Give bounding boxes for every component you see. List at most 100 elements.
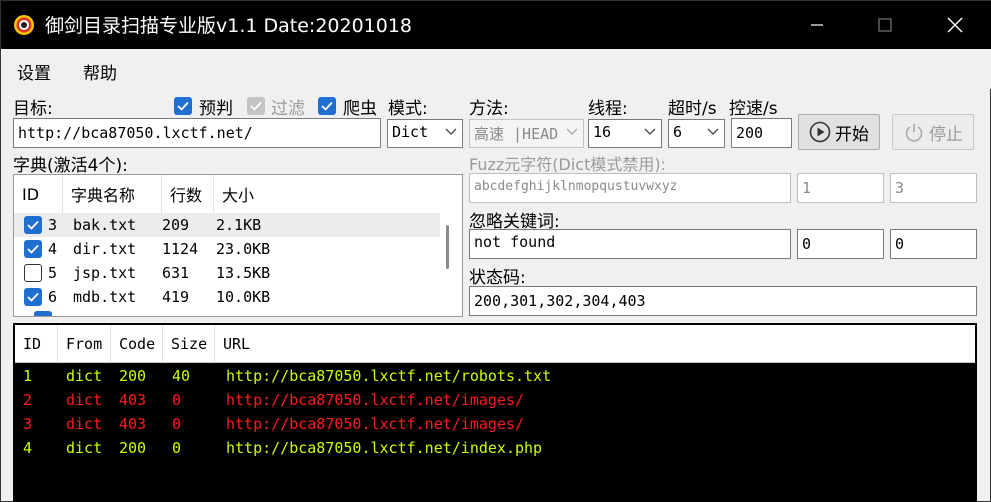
- play-icon: [809, 121, 831, 143]
- result-size: 0: [172, 391, 182, 409]
- result-id: 2: [23, 391, 33, 409]
- rate-label: 控速/s: [729, 99, 778, 119]
- result-from: dict: [66, 367, 103, 385]
- precheck-checkbox[interactable]: [174, 97, 192, 115]
- dict-row-id: 5: [48, 264, 58, 282]
- fuzz-max-input[interactable]: 3: [890, 173, 977, 203]
- dict-col-lines[interactable]: 行数: [162, 175, 214, 213]
- result-url[interactable]: http://bca87050.lxctf.net/images/: [226, 391, 524, 409]
- results-col-url[interactable]: URL: [215, 325, 975, 363]
- dict-row-checkbox[interactable]: [24, 288, 42, 306]
- threads-select[interactable]: 16: [588, 119, 662, 148]
- close-button[interactable]: [932, 1, 978, 49]
- fuzz-min-input[interactable]: 1: [797, 173, 884, 203]
- dict-row-checkbox[interactable]: [24, 240, 42, 258]
- start-button[interactable]: 开始: [798, 114, 880, 150]
- results-col-size[interactable]: Size: [163, 325, 215, 363]
- chevron-down-icon: [566, 128, 578, 135]
- crawler-checkbox[interactable]: [318, 97, 336, 115]
- result-size: 0: [172, 439, 182, 457]
- dict-row[interactable]: 6 mdb.txt 419 10.0KB: [14, 285, 440, 309]
- dict-row-name: bak.txt: [73, 216, 137, 234]
- dict-row[interactable]: 5 jsp.txt 631 13.5KB: [14, 261, 440, 285]
- check-icon: [27, 244, 39, 254]
- dict-row[interactable]: 3 bak.txt 209 2.1KB: [14, 213, 440, 237]
- timeout-select[interactable]: 6: [668, 119, 725, 148]
- method-value: 高速 |HEAD: [474, 125, 559, 143]
- result-url[interactable]: http://bca87050.lxctf.net/robots.txt: [226, 367, 551, 385]
- result-url[interactable]: http://bca87050.lxctf.net/images/: [226, 415, 524, 433]
- chevron-down-icon: [644, 128, 656, 135]
- result-url[interactable]: http://bca87050.lxctf.net/index.php: [226, 439, 542, 457]
- status-codes-input[interactable]: 200,301,302,304,403: [469, 286, 977, 316]
- mode-select[interactable]: Dict: [387, 119, 463, 148]
- method-label: 方法:: [469, 99, 509, 119]
- result-row[interactable]: 1 dict 200 40 http://bca87050.lxctf.net/…: [15, 364, 975, 388]
- dict-row-name: dir.txt: [73, 240, 137, 258]
- results-header: ID From Code Size URL: [15, 325, 975, 363]
- target-label: 目标:: [13, 99, 53, 119]
- dict-row-partial-checkbox: [34, 311, 52, 316]
- result-from: dict: [66, 415, 103, 433]
- ignore-v2-input[interactable]: 0: [890, 229, 977, 259]
- dict-col-id[interactable]: ID: [14, 175, 63, 213]
- check-icon: [177, 101, 189, 111]
- check-icon: [321, 101, 333, 111]
- dict-label: 字典(激活4个):: [13, 156, 128, 176]
- crawler-label: 爬虫: [343, 99, 377, 119]
- ignore-keyword-input[interactable]: not found: [469, 229, 791, 259]
- target-url-input[interactable]: http://bca87050.lxctf.net/: [13, 118, 381, 148]
- dict-row-size: 2.1KB: [216, 216, 262, 234]
- start-label: 开始: [835, 124, 869, 145]
- menu-help[interactable]: 帮助: [83, 59, 117, 84]
- results-col-from[interactable]: From: [58, 325, 111, 363]
- dict-row-checkbox[interactable]: [24, 264, 42, 282]
- dict-row-lines: 419: [162, 288, 190, 306]
- result-code: 200: [119, 367, 147, 385]
- dict-col-name[interactable]: 字典名称: [63, 175, 162, 213]
- results-col-code[interactable]: Code: [111, 325, 163, 363]
- minimize-icon: [811, 24, 823, 26]
- maximize-icon: [878, 18, 892, 32]
- fuzz-chars-input[interactable]: abcdefghijklnmopqustuvwxyz: [469, 173, 791, 203]
- dict-list-scrollbar[interactable]: [446, 225, 449, 269]
- power-icon: [905, 124, 923, 142]
- ignore-v1-input[interactable]: 0: [797, 229, 884, 259]
- dict-row-id: 6: [48, 288, 58, 306]
- dict-row-lines: 209: [162, 216, 190, 234]
- dict-row-lines: 631: [162, 264, 190, 282]
- dict-row-size: 10.0KB: [216, 288, 271, 306]
- dict-row-lines: 1124: [162, 240, 199, 258]
- dict-row-id: 4: [48, 240, 58, 258]
- dict-row-size: 13.5KB: [216, 264, 271, 282]
- maximize-button[interactable]: [862, 1, 908, 49]
- threads-label: 线程:: [588, 99, 628, 119]
- results-table[interactable]: ID From Code Size URL 1 dict 200 40 http…: [13, 323, 977, 502]
- result-code: 200: [119, 439, 147, 457]
- filter-label: 过滤: [271, 99, 305, 119]
- check-icon: [27, 220, 39, 230]
- dict-row-checkbox[interactable]: [24, 216, 42, 234]
- fuzz-label: Fuzz元字符(Dict模式禁用):: [469, 155, 666, 174]
- dict-list[interactable]: ID 字典名称 行数 大小 3 bak.txt 209 2.1KB 4 dir.…: [13, 174, 463, 317]
- stop-button[interactable]: 停止: [892, 114, 974, 150]
- filter-checkbox[interactable]: [247, 97, 265, 115]
- result-id: 4: [23, 439, 33, 457]
- minimize-button[interactable]: [794, 1, 840, 49]
- dict-row-size: 23.0KB: [216, 240, 271, 258]
- result-row[interactable]: 3 dict 403 0 http://bca87050.lxctf.net/i…: [15, 412, 975, 436]
- dict-col-size[interactable]: 大小: [214, 175, 440, 213]
- result-row[interactable]: 4 dict 200 0 http://bca87050.lxctf.net/i…: [15, 436, 975, 460]
- menu-settings[interactable]: 设置: [17, 59, 51, 84]
- rate-input[interactable]: 200: [731, 118, 792, 148]
- results-col-id[interactable]: ID: [15, 325, 58, 363]
- title-bar[interactable]: 御剑目录扫描专业版v1.1 Date:20201018: [1, 1, 991, 49]
- threads-value: 16: [593, 123, 612, 141]
- stop-label: 停止: [929, 124, 963, 145]
- method-select[interactable]: 高速 |HEAD: [469, 119, 584, 148]
- dict-row[interactable]: 4 dir.txt 1124 23.0KB: [14, 237, 440, 261]
- result-row[interactable]: 2 dict 403 0 http://bca87050.lxctf.net/i…: [15, 388, 975, 412]
- app-logo-icon: [13, 14, 35, 36]
- result-size: 40: [172, 367, 191, 385]
- check-icon: [250, 101, 262, 111]
